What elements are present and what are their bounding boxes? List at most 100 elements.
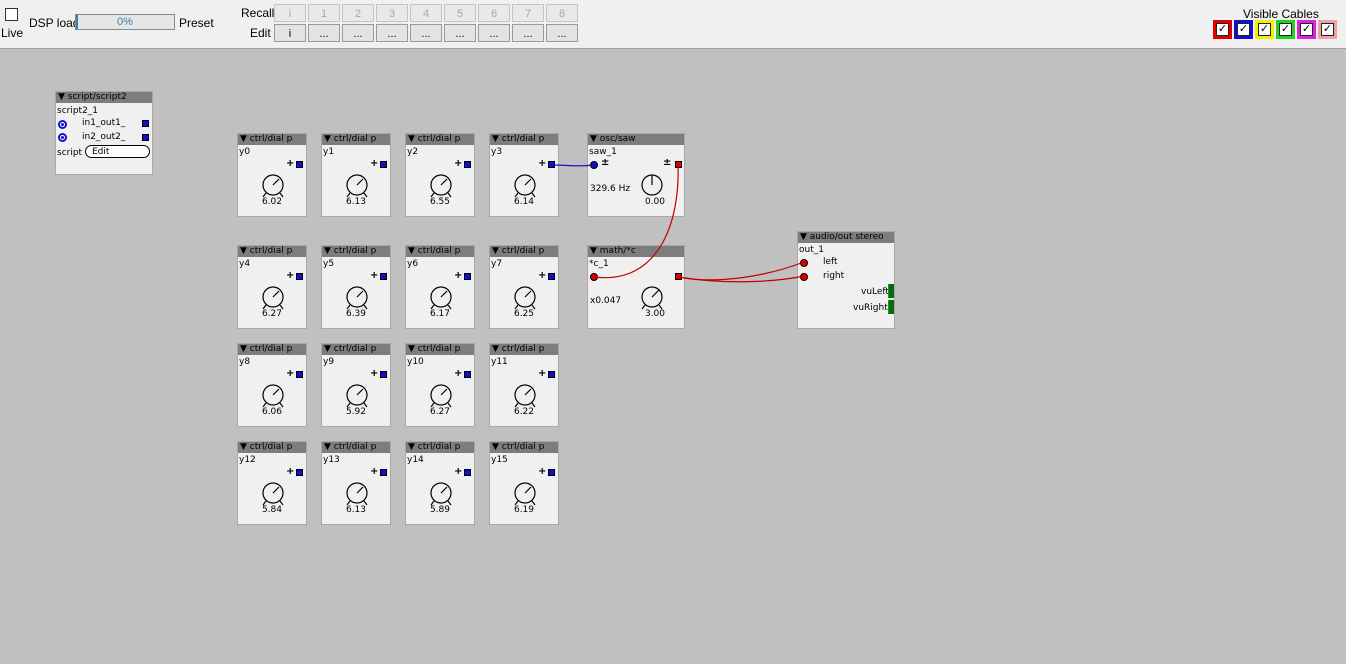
dial-object-header[interactable]: ▼ ctrl/dial p: [322, 246, 390, 257]
dial-outlet[interactable]: [464, 469, 471, 476]
dial-object-header[interactable]: ▼ ctrl/dial p: [406, 134, 474, 145]
dial-object-header[interactable]: ▼ ctrl/dial p: [490, 344, 558, 355]
dial-outlet[interactable]: [380, 273, 387, 280]
dial-object-y1[interactable]: ▼ ctrl/dial p y1 +6.13: [321, 133, 391, 217]
dial-outlet[interactable]: [380, 371, 387, 378]
dial-knob[interactable]: [346, 174, 368, 198]
saw-object[interactable]: ▼ osc/saw saw_1 ± ± 329.6 Hz 0.00: [587, 133, 685, 217]
dial-object-y10[interactable]: ▼ ctrl/dial p y10 +6.27: [405, 343, 475, 427]
mult-dial[interactable]: [641, 286, 663, 310]
recall-button-8[interactable]: 8: [546, 4, 578, 22]
dial-object-header[interactable]: ▼ ctrl/dial p: [238, 344, 306, 355]
recall-button-7[interactable]: 7: [512, 4, 544, 22]
edit-preset-button-1[interactable]: ...: [308, 24, 340, 42]
audio-out-object[interactable]: ▼ audio/out stereo out_1 left right vuLe…: [797, 231, 895, 329]
mult-object-header[interactable]: ▼ math/*c: [588, 246, 684, 257]
right-inlet[interactable]: [800, 273, 808, 281]
in1-inlet[interactable]: [58, 120, 67, 129]
visible-cable-checkbox-5[interactable]: ✓: [1321, 23, 1334, 36]
recall-button-2[interactable]: 2: [342, 4, 374, 22]
recall-button-0[interactable]: i: [274, 4, 306, 22]
dial-object-header[interactable]: ▼ ctrl/dial p: [406, 246, 474, 257]
mult-input-inlet[interactable]: [590, 273, 598, 281]
visible-cable-toggle-0[interactable]: ✓: [1213, 20, 1232, 39]
dial-outlet[interactable]: [548, 469, 555, 476]
dial-object-y2[interactable]: ▼ ctrl/dial p y2 +6.55: [405, 133, 475, 217]
dial-outlet[interactable]: [380, 161, 387, 168]
dial-object-y0[interactable]: ▼ ctrl/dial p y0 +6.02: [237, 133, 307, 217]
edit-preset-button-0[interactable]: i: [274, 24, 306, 42]
dial-knob[interactable]: [346, 482, 368, 506]
mult-object[interactable]: ▼ math/*c *c_1 x0.047 3.00: [587, 245, 685, 329]
dial-object-y12[interactable]: ▼ ctrl/dial p y12 +5.84: [237, 441, 307, 525]
dial-object-header[interactable]: ▼ ctrl/dial p: [238, 246, 306, 257]
dial-outlet[interactable]: [548, 371, 555, 378]
saw-wave-outlet[interactable]: [675, 161, 682, 168]
dial-knob[interactable]: [430, 286, 452, 310]
edit-preset-button-4[interactable]: ...: [410, 24, 442, 42]
dial-object-y5[interactable]: ▼ ctrl/dial p y5 +6.39: [321, 245, 391, 329]
dial-object-header[interactable]: ▼ ctrl/dial p: [406, 344, 474, 355]
dial-object-header[interactable]: ▼ ctrl/dial p: [490, 246, 558, 257]
dial-object-y7[interactable]: ▼ ctrl/dial p y7 +6.25: [489, 245, 559, 329]
dial-object-header[interactable]: ▼ ctrl/dial p: [238, 134, 306, 145]
dial-object-y9[interactable]: ▼ ctrl/dial p y9 +5.92: [321, 343, 391, 427]
recall-button-1[interactable]: 1: [308, 4, 340, 22]
dial-object-y13[interactable]: ▼ ctrl/dial p y13 +6.13: [321, 441, 391, 525]
dial-outlet[interactable]: [296, 273, 303, 280]
dial-object-header[interactable]: ▼ ctrl/dial p: [490, 442, 558, 453]
in2-inlet[interactable]: [58, 133, 67, 142]
dial-outlet[interactable]: [296, 371, 303, 378]
dial-object-header[interactable]: ▼ ctrl/dial p: [406, 442, 474, 453]
dial-outlet[interactable]: [296, 161, 303, 168]
left-inlet[interactable]: [800, 259, 808, 267]
visible-cable-checkbox-2[interactable]: ✓: [1258, 23, 1271, 36]
edit-preset-button-7[interactable]: ...: [512, 24, 544, 42]
dial-knob[interactable]: [514, 174, 536, 198]
dial-object-header[interactable]: ▼ ctrl/dial p: [490, 134, 558, 145]
dial-knob[interactable]: [262, 482, 284, 506]
dial-knob[interactable]: [262, 384, 284, 408]
script-object-header[interactable]: ▼ script/script2: [56, 92, 152, 103]
visible-cable-checkbox-3[interactable]: ✓: [1279, 23, 1292, 36]
saw-object-header[interactable]: ▼ osc/saw: [588, 134, 684, 145]
dial-knob[interactable]: [514, 482, 536, 506]
dial-outlet[interactable]: [380, 469, 387, 476]
script-edit-button[interactable]: Edit: [85, 145, 150, 158]
visible-cable-checkbox-1[interactable]: ✓: [1237, 23, 1250, 36]
edit-preset-button-6[interactable]: ...: [478, 24, 510, 42]
dial-object-y4[interactable]: ▼ ctrl/dial p y4 +6.27: [237, 245, 307, 329]
dial-object-header[interactable]: ▼ ctrl/dial p: [322, 442, 390, 453]
dial-object-header[interactable]: ▼ ctrl/dial p: [322, 134, 390, 145]
dial-knob[interactable]: [346, 384, 368, 408]
dial-outlet[interactable]: [548, 273, 555, 280]
dial-knob[interactable]: [514, 286, 536, 310]
live-checkbox[interactable]: [5, 8, 18, 21]
dial-object-header[interactable]: ▼ ctrl/dial p: [322, 344, 390, 355]
audio-out-header[interactable]: ▼ audio/out stereo: [798, 232, 894, 243]
dial-object-y3[interactable]: ▼ ctrl/dial p y3 +6.14: [489, 133, 559, 217]
dial-object-y11[interactable]: ▼ ctrl/dial p y11 +6.22: [489, 343, 559, 427]
dial-knob[interactable]: [430, 384, 452, 408]
dial-knob[interactable]: [262, 286, 284, 310]
dial-knob[interactable]: [346, 286, 368, 310]
recall-button-3[interactable]: 3: [376, 4, 408, 22]
cable-mult-to-left[interactable]: [677, 261, 805, 281]
dial-outlet[interactable]: [464, 161, 471, 168]
edit-preset-button-3[interactable]: ...: [376, 24, 408, 42]
out2-outlet[interactable]: [142, 134, 149, 141]
dial-outlet[interactable]: [464, 273, 471, 280]
cable-mult-to-right[interactable]: [677, 275, 805, 283]
dial-outlet[interactable]: [464, 371, 471, 378]
visible-cable-toggle-3[interactable]: ✓: [1276, 20, 1295, 39]
dial-object-y15[interactable]: ▼ ctrl/dial p y15 +6.19: [489, 441, 559, 525]
visible-cable-checkbox-0[interactable]: ✓: [1216, 23, 1229, 36]
recall-button-6[interactable]: 6: [478, 4, 510, 22]
dial-knob[interactable]: [430, 174, 452, 198]
recall-button-5[interactable]: 5: [444, 4, 476, 22]
dial-outlet[interactable]: [548, 161, 555, 168]
visible-cable-toggle-4[interactable]: ✓: [1297, 20, 1316, 39]
saw-pitch-inlet[interactable]: [590, 161, 598, 169]
edit-preset-button-5[interactable]: ...: [444, 24, 476, 42]
recall-button-4[interactable]: 4: [410, 4, 442, 22]
